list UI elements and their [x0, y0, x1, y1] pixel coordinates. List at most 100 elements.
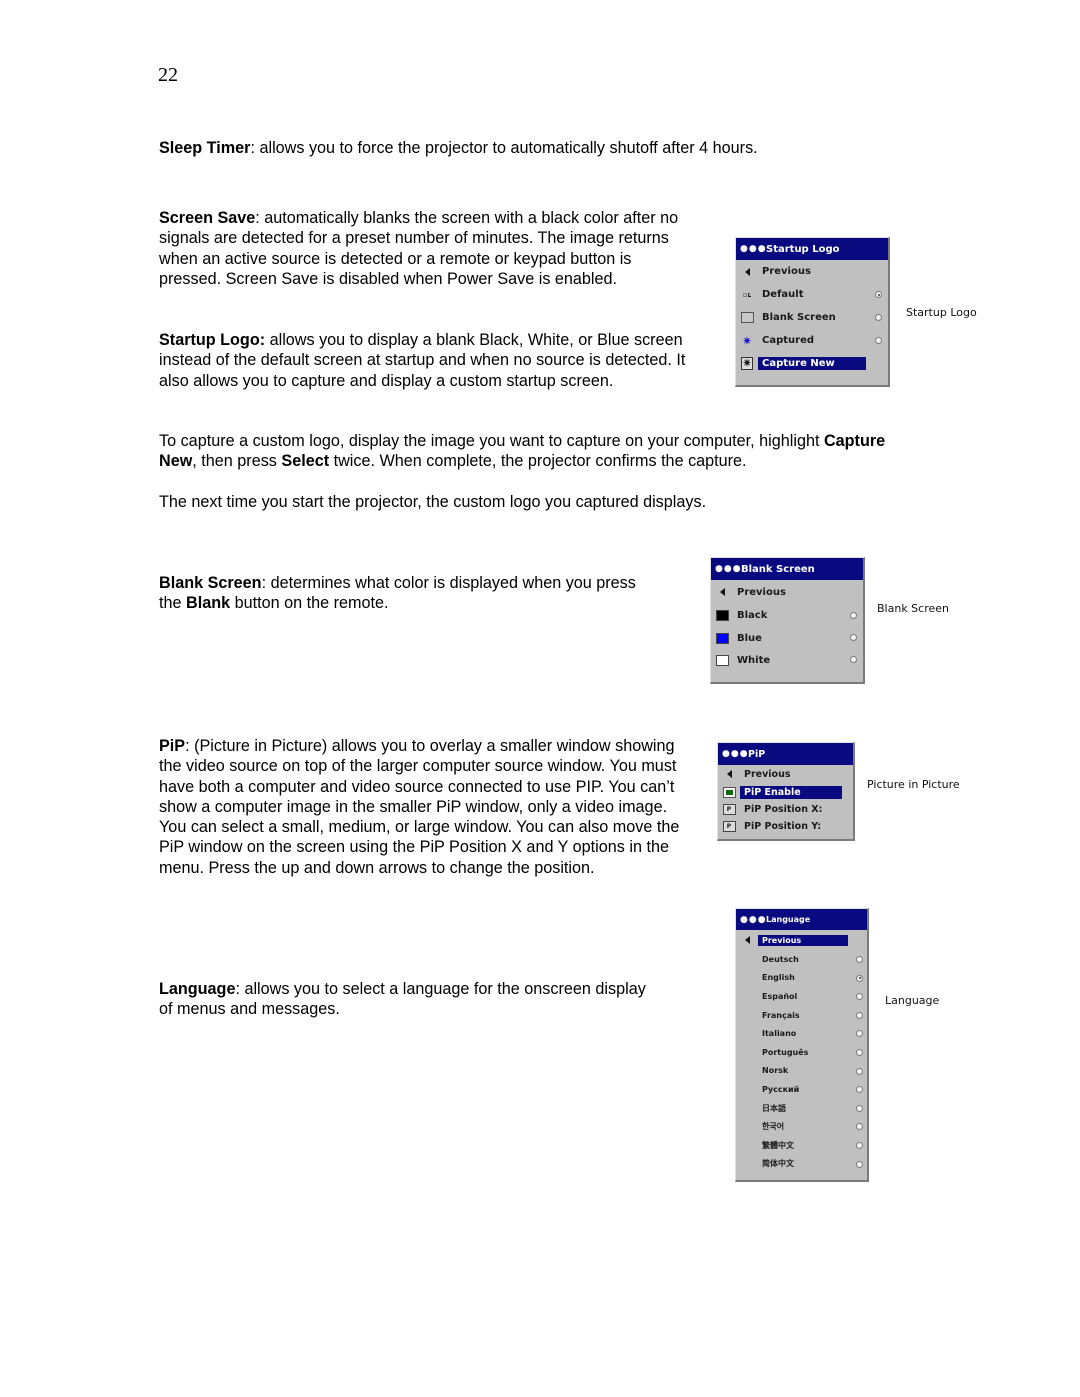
pip-caption: Picture in Picture [867, 778, 960, 791]
language-list: Previous Deutsch English Español Français Ita… [736, 930, 867, 1173]
term: Startup Logo: [159, 331, 266, 349]
menu-dots-icon: ●●● [740, 244, 767, 254]
menu-item-pip-position-y[interactable]: P PiP Position Y: [718, 818, 853, 835]
menu-item-label: Deutsch [762, 954, 799, 964]
menu-header: ●●● Startup Logo [736, 238, 888, 260]
menu-item-label: Español [762, 991, 798, 1001]
radio-button[interactable] [856, 1067, 863, 1075]
blue-swatch-icon [715, 632, 729, 644]
radio-button[interactable] [856, 1160, 863, 1168]
menu-item-language[interactable]: 한국어 [736, 1117, 867, 1136]
menu-item-language[interactable]: 日本語 [736, 1099, 867, 1118]
back-arrow-icon [726, 770, 732, 778]
radio-button[interactable] [856, 1048, 863, 1056]
logo-icon: ▫ʟ [742, 290, 752, 299]
menu-item-capture-new[interactable]: ✷ Capture New [736, 352, 888, 375]
menu-item-language[interactable]: Italiano [736, 1024, 867, 1043]
menu-item-captured[interactable]: ✷ Captured [736, 329, 888, 352]
checkbox-icon[interactable] [722, 786, 736, 798]
menu-item-language[interactable]: Português [736, 1043, 867, 1062]
menu-header: ●●● Blank Screen [711, 558, 863, 580]
radio-button[interactable] [875, 291, 882, 298]
startup-logo-paragraph: Startup Logo: allows you to display a bl… [159, 330, 689, 391]
menu-dots-icon: ●●● [715, 564, 742, 574]
radio-button[interactable] [856, 1011, 863, 1019]
term: PiP [159, 737, 186, 755]
menu-item-language[interactable]: English [736, 969, 867, 988]
term: Blank [186, 594, 231, 613]
body: : allows you to force the projector to a… [250, 139, 758, 157]
startup-logo-menu: ●●● Startup Logo Previous ▫ʟ Default Bla… [735, 237, 890, 387]
menu-item-language[interactable]: 简体中文 [736, 1155, 867, 1174]
term: Screen Save [159, 209, 256, 227]
language-paragraph: Language: allows you to select a languag… [159, 979, 649, 1020]
radio-button[interactable] [875, 337, 882, 344]
menu-dots-icon: ●●● [740, 914, 767, 925]
menu-item-label: PiP Enable [740, 785, 842, 799]
menu-item-black[interactable]: Black [711, 604, 863, 627]
term: Select [281, 452, 330, 471]
menu-title: Blank Screen [741, 563, 815, 575]
menu-item-label: Blank Screen [762, 312, 836, 323]
body: The next time you start the projector, t… [159, 493, 707, 511]
menu-item-language[interactable]: Deutsch [736, 950, 867, 969]
menu-item-language[interactable]: Русский [736, 1080, 867, 1099]
radio-button[interactable] [875, 314, 882, 321]
term: Blank Screen [159, 574, 262, 592]
menu-item-language[interactable]: Previous [736, 930, 867, 950]
text: , then press [192, 452, 282, 471]
radio-button[interactable] [850, 656, 857, 663]
menu-item-blank-screen[interactable]: Blank Screen [736, 306, 888, 329]
radio-button[interactable] [856, 974, 863, 982]
blank-screen-paragraph: Blank Screen: determines what color is d… [159, 573, 649, 614]
menu-item-label: Previous [762, 266, 811, 277]
menu-item-previous[interactable]: Previous [711, 580, 863, 604]
menu-item-label: Previous [737, 586, 786, 598]
menu-item-label: White [737, 654, 771, 666]
menu-header: ●●● Language [736, 909, 867, 930]
menu-item-blue[interactable]: Blue [711, 627, 863, 649]
radio-button[interactable] [850, 612, 857, 619]
menu-item-language[interactable]: 繁體中文 [736, 1136, 867, 1155]
menu-item-label: Português [762, 1047, 809, 1057]
radio-button[interactable] [856, 1141, 863, 1149]
radio-button[interactable] [850, 634, 857, 641]
radio-button[interactable] [856, 993, 863, 1001]
menu-item-language[interactable]: Español [736, 987, 867, 1006]
menu-item-label: Previous [744, 768, 791, 780]
pip-position-icon: P [722, 821, 736, 832]
radio-button[interactable] [856, 956, 863, 963]
menu-item-white[interactable]: White [711, 649, 863, 671]
language-caption: Language [885, 994, 940, 1007]
menu-header: ●●● PiP [718, 743, 853, 765]
body: : (Picture in Picture) allows you to ove… [159, 737, 680, 877]
sleep-timer-paragraph: Sleep Timer: allows you to force the pro… [159, 138, 759, 158]
menu-item-previous[interactable]: Previous [736, 260, 888, 283]
menu-item-pip-enable[interactable]: PiP Enable [718, 783, 853, 801]
menu-item-label: Blue [737, 632, 762, 644]
menu-item-label: Norsk [762, 1066, 789, 1076]
radio-button[interactable] [856, 1086, 863, 1094]
menu-item-previous[interactable]: Previous [718, 765, 853, 783]
radio-button[interactable] [856, 1030, 863, 1038]
blank-screen-menu: ●●● Blank Screen Previous Black Blue Whi… [710, 557, 865, 684]
menu-item-label: 한국어 [762, 1122, 785, 1132]
menu-item-pip-position-x[interactable]: P PiP Position X: [718, 801, 853, 818]
text: twice. When complete, the projector conf… [329, 452, 747, 471]
menu-item-label: PiP Position X: [744, 804, 823, 815]
menu-title: PiP [748, 748, 766, 760]
blank-screen-icon [740, 312, 754, 323]
menu-item-label: Black [737, 610, 768, 621]
menu-item-label: Previous [758, 934, 848, 946]
pip-position-icon: P [722, 804, 736, 815]
pip-menu: ●●● PiP Previous PiP Enable P PiP Positi… [717, 742, 855, 841]
menu-item-default[interactable]: ▫ʟ Default [736, 283, 888, 306]
next-time-paragraph: The next time you start the projector, t… [159, 492, 899, 512]
radio-button[interactable] [856, 1104, 863, 1112]
radio-button[interactable] [856, 1123, 863, 1131]
menu-item-language[interactable]: Norsk [736, 1062, 867, 1081]
menu-item-label: Capture New [758, 357, 866, 370]
white-swatch-icon [715, 654, 729, 666]
menu-item-label: Default [762, 289, 804, 300]
menu-item-language[interactable]: Français [736, 1006, 867, 1025]
